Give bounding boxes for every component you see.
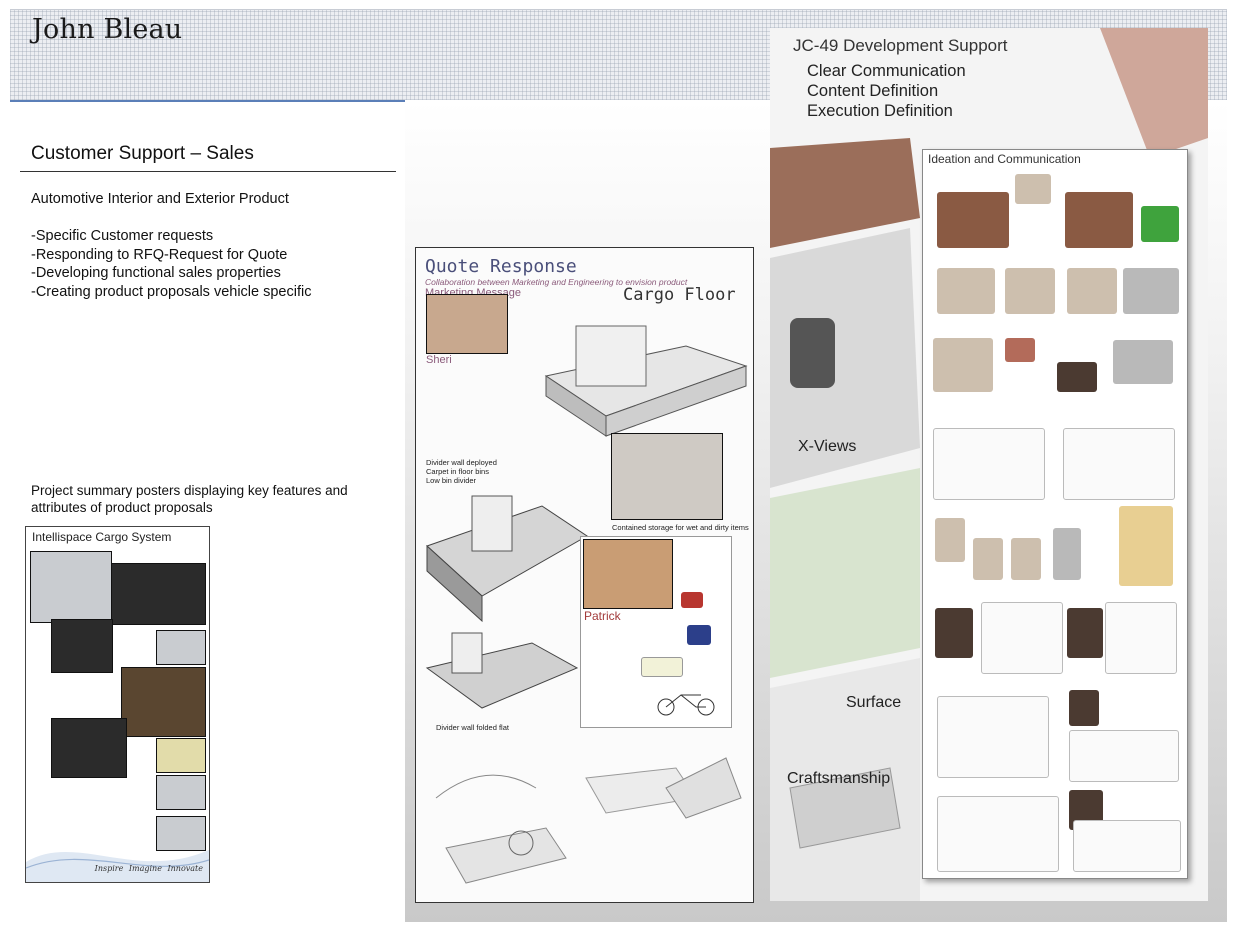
concept-thumbnail	[933, 428, 1045, 500]
author-name: John Bleau	[32, 14, 183, 45]
poster-image	[30, 551, 112, 623]
concept-thumbnail	[1005, 268, 1055, 314]
concept-thumbnail	[1141, 206, 1179, 242]
view-label: X-Views	[798, 438, 857, 455]
concept-thumbnail	[1105, 602, 1177, 674]
section-title: Customer Support – Sales	[31, 143, 254, 164]
concept-thumbnail	[1005, 338, 1035, 362]
concept-thumbnail	[937, 268, 995, 314]
view-label: Craftsmanship	[787, 770, 891, 787]
concept-thumbnail	[1067, 268, 1117, 314]
concept-thumbnail	[981, 602, 1063, 674]
poster-title: Intellispace Cargo System	[32, 530, 172, 544]
bullet-list: -Specific Customer requests -Responding …	[31, 227, 311, 301]
poster-jc49: JC-49 Development Support Clear Communic…	[770, 28, 1208, 901]
bullet-item: -Creating product proposals vehicle spec…	[31, 283, 312, 300]
poster-image	[111, 563, 206, 625]
product-thumbnail	[641, 657, 683, 677]
product-thumbnail	[687, 625, 711, 645]
section-subtitle: Automotive Interior and Exterior Product	[31, 191, 289, 207]
poster-heading: Cargo Floor	[623, 285, 736, 305]
concept-thumbnail	[1069, 730, 1179, 782]
divider-sketch	[426, 495, 588, 623]
poster-image	[611, 433, 723, 520]
concept-sketches	[435, 757, 742, 884]
view-label: Surface	[846, 694, 902, 711]
caption: Low bin divider	[426, 476, 477, 485]
persona-card: Patrick	[580, 536, 732, 728]
concept-thumbnail	[1063, 428, 1175, 500]
title-divider	[20, 171, 396, 172]
bullet-item: -Specific Customer requests	[31, 228, 214, 244]
persona-photo	[583, 539, 673, 609]
poster-image	[156, 775, 206, 810]
caption: Divider wall folded flat	[436, 723, 509, 732]
poster-image	[51, 718, 127, 778]
poster-intellispace: Intellispace Cargo System Inspire Imagin…	[25, 526, 210, 883]
poster-title: JC-49 Development Support	[793, 36, 1008, 55]
concept-thumbnail	[973, 538, 1003, 580]
poster-image	[51, 619, 113, 673]
summary-text: Project summary posters displaying key f…	[31, 483, 348, 515]
concept-thumbnail	[1011, 538, 1041, 580]
ideation-card: Ideation and Communication	[922, 149, 1188, 879]
concept-thumbnail	[933, 338, 993, 392]
concept-thumbnail	[937, 192, 1009, 248]
concept-thumbnail	[1123, 268, 1179, 314]
concept-thumbnail	[1113, 340, 1173, 384]
poster-footer: Inspire Imagine Innovate	[94, 864, 203, 873]
concept-thumbnail	[1057, 362, 1097, 392]
concept-thumbnail	[1053, 528, 1081, 580]
concept-thumbnail	[1069, 690, 1099, 726]
poster-image	[156, 738, 206, 773]
bullet-item: -Developing functional sales properties	[31, 265, 281, 281]
poster-tagline-list: Clear Communication Content Definition E…	[807, 61, 966, 121]
poster-image	[121, 667, 206, 737]
concept-thumbnail	[1067, 608, 1103, 658]
bicycle-icon	[657, 694, 715, 716]
poster-title: Quote Response	[425, 256, 577, 277]
folded-wall-sketch	[425, 632, 579, 709]
persona-name: Sheri	[426, 354, 452, 366]
caption: Contained storage for wet and dirty item…	[612, 523, 749, 532]
concept-thumbnail	[937, 796, 1059, 872]
concept-thumbnail	[937, 696, 1049, 778]
concept-thumbnail	[1015, 174, 1051, 204]
caption: Divider wall deployed	[426, 458, 497, 467]
tagline-item: Content Definition	[807, 82, 939, 100]
concept-thumbnail	[1119, 506, 1173, 586]
tagline-item: Execution Definition	[807, 102, 953, 120]
poster-quote-response: Quote Response Collaboration between Mar…	[415, 247, 754, 903]
poster-wave-graphic	[26, 850, 209, 882]
concept-thumbnail	[935, 608, 973, 658]
product-thumbnail	[681, 592, 703, 608]
poster-image	[156, 630, 206, 665]
concept-thumbnail	[1073, 820, 1181, 872]
concept-thumbnail	[1065, 192, 1133, 248]
tagline-item: Clear Communication	[807, 62, 966, 80]
poster-image	[426, 294, 508, 354]
card-title: Ideation and Communication	[928, 152, 1081, 166]
bullet-item: -Responding to RFQ-Request for Quote	[31, 246, 288, 263]
persona-name: Patrick	[584, 609, 621, 623]
concept-thumbnail	[935, 518, 965, 562]
caption: Carpet in floor bins	[426, 467, 489, 476]
